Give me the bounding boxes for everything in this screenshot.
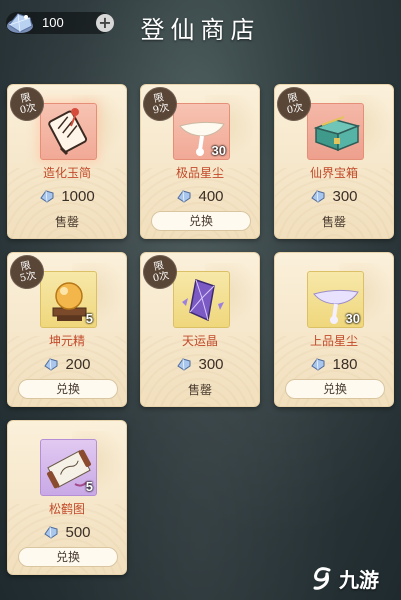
- limit-count: 5次: [18, 270, 38, 285]
- spirit-stone-icon: [177, 358, 191, 371]
- item-name: 上品星尘: [309, 334, 358, 348]
- exchange-button[interactable]: 兑换: [18, 547, 118, 567]
- sold-out-label: 售罄: [54, 215, 79, 229]
- watermark-text: 九游: [339, 567, 379, 592]
- item-icon-frame: 5: [40, 271, 97, 328]
- item-icon-frame: [173, 271, 230, 328]
- shop-item-card[interactable]: 限 5次 5 坤元精 200 兑换: [7, 252, 127, 407]
- jade-slip-icon: [48, 108, 88, 156]
- item-price: 1000: [8, 186, 126, 206]
- shop-item-card[interactable]: 限 0次 仙界宝箱 300 售罄: [274, 84, 394, 239]
- item-quantity: 30: [345, 311, 360, 326]
- item-price: 180: [275, 354, 393, 374]
- limit-count: 0次: [18, 102, 38, 117]
- exchange-button[interactable]: 兑换: [151, 211, 251, 231]
- item-quantity: 30: [211, 143, 226, 158]
- sold-out-label: 售罄: [321, 215, 346, 229]
- item-name: 坤元精: [48, 334, 85, 348]
- item-price: 300: [141, 354, 259, 374]
- page-title: 登仙商店: [140, 16, 261, 44]
- item-icon-frame: 30: [173, 103, 230, 160]
- item-icon-frame: [307, 103, 364, 160]
- exchange-button[interactable]: 兑换: [18, 379, 118, 399]
- item-icon-frame: 5: [40, 439, 97, 496]
- item-name: 造化玉简: [42, 166, 91, 180]
- sold-out-label: 售罄: [187, 383, 212, 397]
- limit-count: 0次: [285, 102, 305, 117]
- spirit-stone-icon: [177, 190, 191, 203]
- price-amount: 1000: [61, 187, 95, 205]
- nine-game-logo-icon: [313, 567, 331, 590]
- shop-item-card[interactable]: 限 0次 造化玉简 1000 售罄: [7, 84, 127, 239]
- item-quantity: 5: [85, 311, 93, 326]
- limit-count: 0次: [151, 270, 171, 285]
- item-icon-frame: 30: [307, 271, 364, 328]
- shop-item-card[interactable]: 限 0次 天运晶 300 售罄: [140, 252, 260, 407]
- price-amount: 500: [65, 523, 91, 541]
- item-price: 500: [8, 522, 126, 542]
- item-icon-frame: [40, 103, 97, 160]
- shop-item-card[interactable]: 限 9次 30 极品星尘 400 兑换: [140, 84, 260, 239]
- price-amount: 200: [65, 355, 91, 373]
- crystal-icon: [182, 279, 224, 322]
- spirit-stone-icon: [44, 358, 58, 371]
- item-quantity: 5: [85, 479, 93, 494]
- limit-count: 9次: [151, 102, 171, 117]
- item-price: 300: [275, 186, 393, 206]
- shop-item-card[interactable]: 5 松鹤图 500 兑换: [7, 420, 127, 575]
- item-name: 天运晶: [181, 334, 218, 348]
- price-amount: 300: [198, 355, 224, 373]
- item-price: 400: [141, 186, 259, 206]
- price-amount: 400: [198, 187, 224, 205]
- item-name: 仙界宝箱: [309, 166, 358, 180]
- item-name: 极品星尘: [175, 166, 224, 180]
- spirit-stone-icon: [44, 526, 58, 539]
- treasure-chest-icon: [313, 116, 361, 152]
- exchange-button[interactable]: 兑换: [285, 379, 385, 399]
- spirit-stone-icon: [311, 190, 325, 203]
- spirit-stone-icon: [40, 190, 54, 203]
- item-name: 松鹤图: [48, 502, 85, 516]
- watermark-logo: 九游: [309, 562, 393, 594]
- spirit-stone-icon: [311, 358, 325, 371]
- item-price: 200: [8, 354, 126, 374]
- shop-item-card[interactable]: 30 上品星尘 180 兑换: [274, 252, 394, 407]
- price-amount: 180: [332, 355, 358, 373]
- price-amount: 300: [332, 187, 358, 205]
